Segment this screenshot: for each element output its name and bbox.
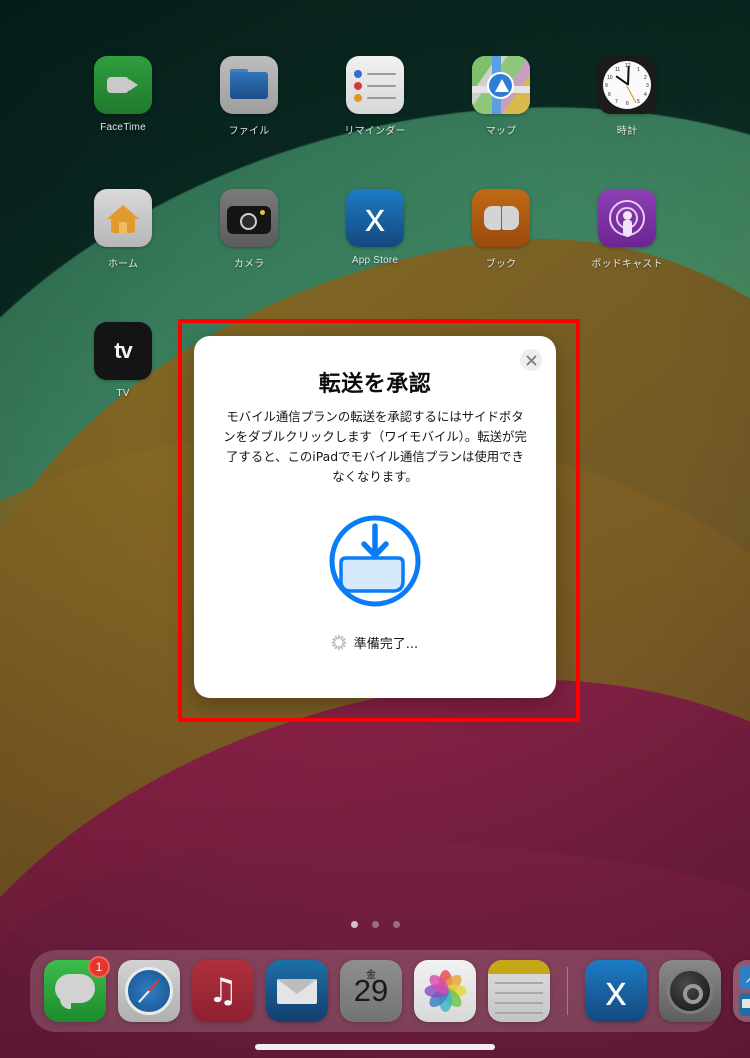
app-files[interactable]: ファイル (186, 56, 312, 137)
dock-item-recents[interactable]: 29 (733, 960, 750, 1022)
home-app-icon (94, 189, 152, 247)
app-label: ファイル (228, 126, 270, 137)
app-facetime[interactable]: FaceTime (60, 56, 186, 137)
app-label: App Store (351, 255, 399, 266)
books-icon (472, 189, 530, 247)
app-books[interactable]: ブック (438, 189, 564, 270)
music-note-icon: ♫ (207, 971, 239, 1011)
dock-item-calendar[interactable]: 金 29 (340, 960, 402, 1022)
dock-item-photos[interactable] (414, 960, 476, 1022)
dock-item-mail[interactable] (266, 960, 328, 1022)
app-home[interactable]: ホーム (60, 189, 186, 270)
podcasts-icon (598, 189, 656, 247)
app-label: カメラ (233, 259, 265, 270)
spinner-icon (331, 635, 347, 650)
app-clock[interactable]: 12 1 2 3 4 5 6 7 8 9 10 11 (564, 56, 690, 137)
app-label: ブック (485, 259, 517, 270)
page-dot-2[interactable] (371, 921, 379, 928)
files-icon (220, 56, 278, 114)
maps-icon (472, 56, 530, 114)
ipad-home-screen: FaceTime ファイル リマインダー マップ 1 2 3 4 5 6 7 8… (0, 0, 750, 1058)
facetime-icon (94, 56, 152, 114)
home-indicator[interactable] (255, 1044, 495, 1050)
dock-item-music[interactable]: ♫ (192, 960, 254, 1022)
app-app-store[interactable]: x App Store (312, 189, 438, 270)
page-dot-3[interactable] (392, 921, 400, 928)
camera-icon (220, 189, 278, 247)
reminders-icon (346, 56, 404, 114)
mini-mail-icon (739, 992, 750, 1016)
dock-divider (567, 967, 568, 1015)
app-camera[interactable]: カメラ (186, 189, 312, 270)
dialog-title: 転送を承認 (318, 372, 432, 397)
clock-icon: 12 1 2 3 4 5 6 7 8 9 10 11 (598, 56, 656, 114)
page-dots[interactable] (0, 921, 750, 928)
app-label: マップ (485, 126, 517, 137)
app-podcasts[interactable]: ポッドキャスト (564, 189, 690, 270)
close-icon[interactable] (520, 349, 542, 371)
dock-item-notes[interactable] (488, 960, 550, 1022)
app-apple-tv[interactable]: tv TV (60, 322, 186, 399)
dialog-status: 準備完了... (194, 633, 556, 652)
mini-safari-icon (739, 966, 750, 990)
dock-item-messages[interactable]: 1 (44, 956, 110, 1022)
dock-item-app-store[interactable]: x (585, 960, 647, 1022)
page-dot-1[interactable] (350, 921, 358, 928)
app-label: ホーム (107, 259, 139, 270)
app-label: リマインダー (344, 126, 406, 137)
app-reminders[interactable]: リマインダー (312, 56, 438, 137)
app-label: ポッドキャスト (591, 259, 663, 270)
app-label: TV (116, 388, 130, 399)
apple-tv-icon: tv (94, 322, 152, 380)
app-label: 時計 (616, 126, 638, 137)
calendar-day-number: 29 (353, 973, 389, 1008)
dialog-status-text: 準備完了... (353, 637, 419, 652)
dock-item-safari[interactable] (118, 960, 180, 1022)
app-maps[interactable]: マップ (438, 56, 564, 137)
dialog-body-text: モバイル通信プランの転送を承認するにはサイドボタンをダブルクリックします（ワイモ… (223, 409, 527, 485)
dock-item-settings[interactable] (659, 960, 721, 1022)
download-to-device-icon (327, 513, 423, 609)
app-label: FaceTime (100, 122, 146, 133)
status-badge: 1 (88, 956, 110, 978)
app-store-icon: x (346, 189, 404, 247)
transfer-approval-dialog: 転送を承認 モバイル通信プランの転送を承認するにはサイドボタンをダブルクリックし… (194, 336, 556, 698)
dock: 1 ♫ 金 29 x (30, 950, 750, 1032)
